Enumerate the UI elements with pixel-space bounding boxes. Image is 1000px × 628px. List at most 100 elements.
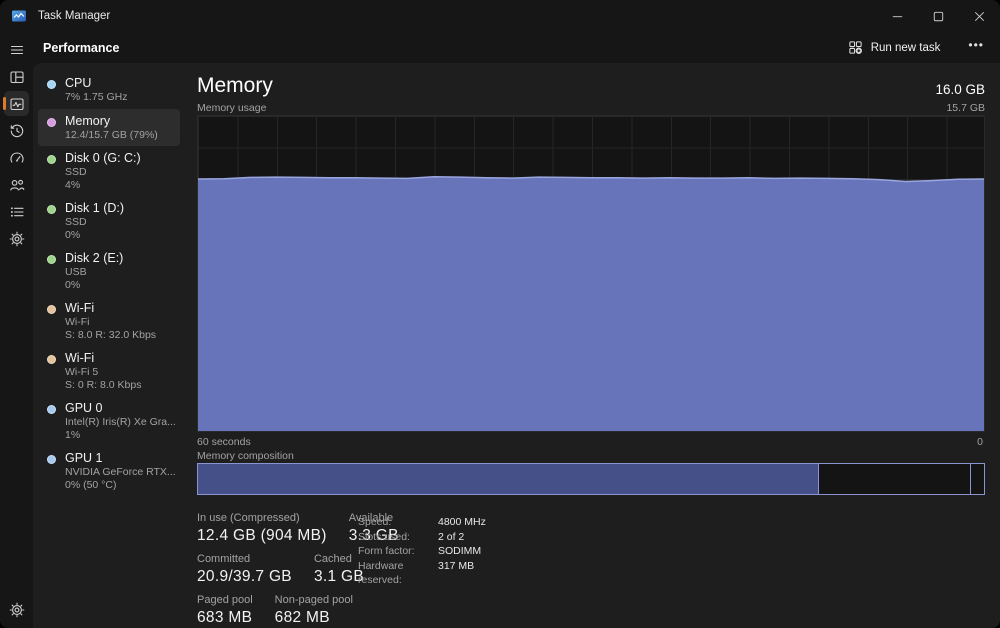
stat-value: 12.4 GB (904 MB) (197, 525, 327, 546)
device-list-item[interactable]: Wi-Fi Wi-FiS: 8.0 R: 32.0 Kbps (38, 296, 180, 346)
device-subline: S: 0 R: 8.0 Kbps (65, 379, 141, 392)
device-list-item[interactable]: Wi-Fi Wi-Fi 5S: 0 R: 8.0 Kbps (38, 346, 180, 396)
device-subline: SSD (65, 166, 141, 179)
device-subline: Wi-Fi (65, 316, 156, 329)
detail-value: 317 MB (438, 559, 474, 588)
stat-value: 3.1 GB (314, 566, 364, 587)
device-subline: 0% (65, 279, 123, 292)
detail-row: Speed:4800 MHz (358, 515, 608, 530)
device-subline: NVIDIA GeForce RTX... (65, 466, 174, 479)
stat-label: Non-paged pool (275, 594, 353, 607)
stats-row: Paged pool683 MB Non-paged pool682 MB (197, 594, 985, 628)
device-subline: 12.4/15.7 GB (79%) (65, 129, 158, 142)
device-name: Wi-Fi (65, 351, 141, 366)
stat-value: 682 MB (275, 607, 353, 628)
device-status-dot (47, 255, 56, 264)
sidebar-item-app-history[interactable] (4, 118, 29, 143)
page-header: Performance Run new task ••• (33, 32, 1000, 63)
device-subline: USB (65, 266, 123, 279)
stat-pair: Paged pool683 MB (197, 594, 253, 628)
detail-label: Slots used: (358, 530, 438, 545)
services-icon (9, 231, 25, 247)
stat-label: In use (Compressed) (197, 512, 327, 525)
memory-panel-title: Memory (197, 74, 273, 98)
device-status-dot (47, 80, 56, 89)
memory-usage-chart (197, 115, 985, 432)
task-manager-app-icon (11, 8, 27, 24)
run-new-task-label: Run new task (871, 42, 941, 54)
device-status-dot (47, 455, 56, 464)
memory-usage-area (198, 116, 984, 431)
device-list-item[interactable]: Disk 2 (E:) USB0% (38, 246, 180, 296)
detail-value: 4800 MHz (438, 515, 486, 530)
sidebar-item-users[interactable] (4, 172, 29, 197)
device-name: Disk 0 (G: C:) (65, 151, 141, 166)
detail-row: Hardware reserved:317 MB (358, 559, 608, 588)
sidebar-item-details[interactable] (4, 199, 29, 224)
processes-icon (9, 69, 25, 85)
device-subline: S: 8.0 R: 32.0 Kbps (65, 329, 156, 342)
device-list-item[interactable]: GPU 1 NVIDIA GeForce RTX...0% (50 °C) (38, 446, 180, 496)
device-list-item[interactable]: GPU 0 Intel(R) Iris(R) Xe Gra...1% (38, 396, 180, 446)
memory-stats: Speed:4800 MHzSlots used:2 of 2Form fact… (197, 512, 985, 628)
content-card: CPU 7% 1.75 GHz Memory 12.4/15.7 GB (79%… (33, 63, 1000, 628)
settings-button[interactable] (4, 597, 29, 622)
time-zero-label: 0 (977, 436, 983, 448)
detail-value: SODIMM (438, 544, 481, 559)
device-subline: Intel(R) Iris(R) Xe Gra... (65, 416, 174, 429)
device-status-dot (47, 155, 56, 164)
titlebar: Task Manager (0, 0, 1000, 32)
performance-device-list: CPU 7% 1.75 GHz Memory 12.4/15.7 GB (79%… (38, 71, 180, 496)
device-list-item[interactable]: Disk 1 (D:) SSD0% (38, 196, 180, 246)
device-list-item[interactable]: Disk 0 (G: C:) SSD4% (38, 146, 180, 196)
detail-label: Hardware reserved: (358, 559, 438, 588)
details-icon (9, 204, 25, 220)
maximize-button[interactable] (918, 0, 959, 32)
device-status-dot (47, 205, 56, 214)
memory-composition-bar (197, 463, 985, 495)
device-status-dot (47, 118, 56, 127)
device-name: CPU (65, 76, 127, 91)
composition-segment-in-use (198, 464, 819, 494)
device-subline: 4% (65, 179, 141, 192)
more-options-button[interactable]: ••• (960, 36, 992, 60)
device-status-dot (47, 305, 56, 314)
device-status-dot (47, 355, 56, 364)
device-status-dot (47, 405, 56, 414)
sidebar-item-services[interactable] (4, 226, 29, 251)
time-window-label: 60 seconds (197, 436, 251, 448)
run-new-task-icon (848, 40, 863, 55)
device-name: GPU 0 (65, 401, 174, 416)
close-button[interactable] (959, 0, 1000, 32)
device-name: GPU 1 (65, 451, 174, 466)
selected-accent-pill (3, 97, 6, 110)
total-memory-label: 16.0 GB (935, 82, 985, 97)
sidebar-item-performance[interactable] (4, 91, 29, 116)
minimize-button[interactable] (877, 0, 918, 32)
device-name: Wi-Fi (65, 301, 156, 316)
stat-label: Paged pool (197, 594, 253, 607)
chart-max-label: 15.7 GB (946, 102, 985, 114)
detail-label: Speed: (358, 515, 438, 530)
device-subline: SSD (65, 216, 124, 229)
device-list-item[interactable]: CPU 7% 1.75 GHz (38, 71, 180, 109)
device-subline: 7% 1.75 GHz (65, 91, 127, 104)
stat-value: 20.9/39.7 GB (197, 566, 292, 587)
sidebar-item-processes[interactable] (4, 64, 29, 89)
menu-icon (9, 42, 25, 58)
memory-hardware-details: Speed:4800 MHzSlots used:2 of 2Form fact… (358, 515, 608, 588)
device-name: Disk 2 (E:) (65, 251, 123, 266)
sidebar-item-startup-apps[interactable] (4, 145, 29, 170)
stat-label: Committed (197, 553, 292, 566)
task-manager-window: Task Manager Performance Run new task (0, 0, 1000, 628)
device-name: Disk 1 (D:) (65, 201, 124, 216)
stat-pair: In use (Compressed)12.4 GB (904 MB) (197, 512, 327, 546)
stat-value: 683 MB (197, 607, 253, 628)
stat-label: Cached (314, 553, 364, 566)
sidebar-item-navigation-menu[interactable] (4, 37, 29, 62)
run-new-task-button[interactable]: Run new task (838, 36, 951, 59)
app-history-icon (9, 123, 25, 139)
device-list-item[interactable]: Memory 12.4/15.7 GB (79%) (38, 109, 180, 147)
device-subline: 0% (65, 229, 124, 242)
settings-icon (9, 602, 25, 618)
